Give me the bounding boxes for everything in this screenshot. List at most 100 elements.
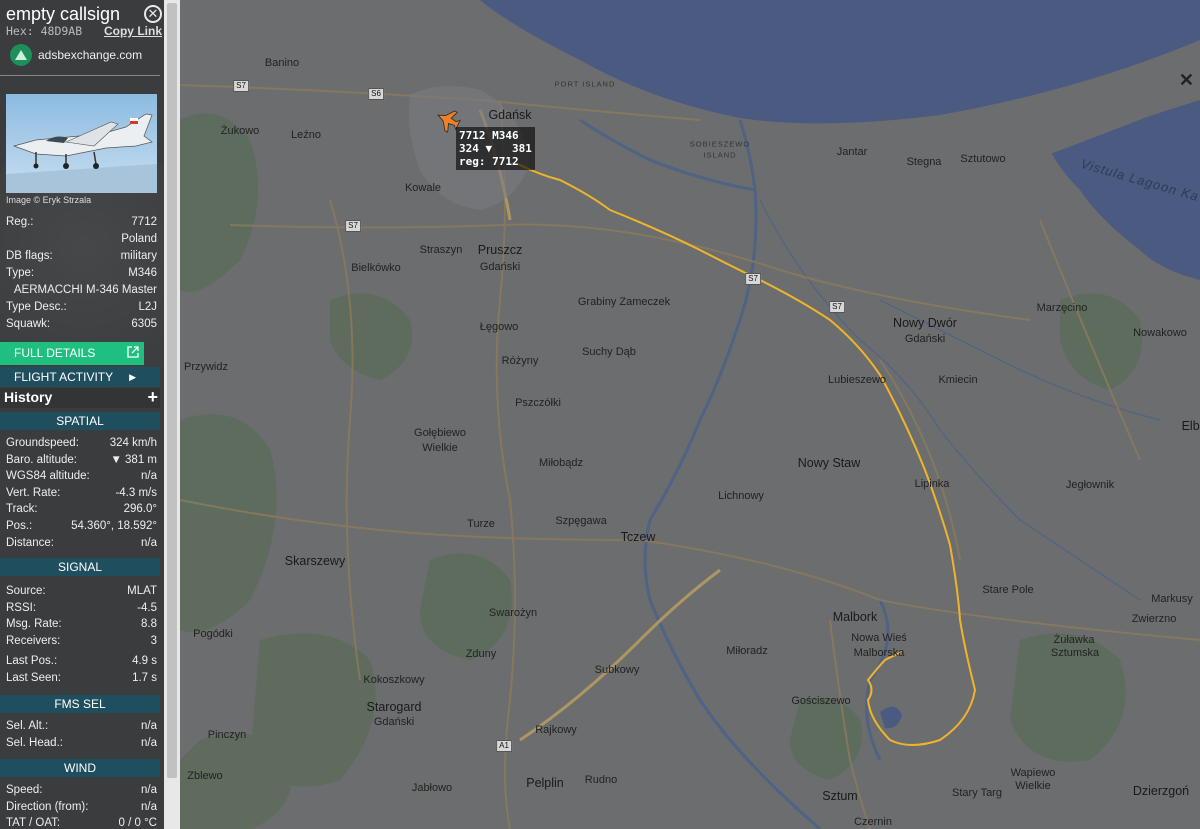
close-icon[interactable]: ✕ xyxy=(144,5,162,23)
place-label: Różyny xyxy=(501,355,539,367)
callsign-title: empty callsign xyxy=(6,4,121,24)
spatial-key: Vert. Rate: xyxy=(6,486,61,499)
place-label: Bielkówko xyxy=(351,262,401,274)
place-label: Przywidz xyxy=(183,361,229,373)
spatial-value: -4.3 m/s xyxy=(115,486,157,499)
map-view[interactable]: 7712 M346 324 ▼ 381 reg: 7712 Banino Żuko… xyxy=(180,0,1200,829)
spatial-row: Track: 296.0° xyxy=(6,503,157,519)
jet-image-icon xyxy=(6,113,157,193)
place-label: Markusy xyxy=(1151,593,1193,605)
place-label: Rudno xyxy=(584,774,618,786)
place-label: Pogódki xyxy=(193,628,233,640)
spatial-key: WGS84 altitude: xyxy=(6,470,90,483)
place-label: Gołębiewo xyxy=(414,427,466,439)
place-label: Gdański xyxy=(904,333,946,345)
history-toggle[interactable]: History + xyxy=(0,387,160,408)
details-value: military xyxy=(120,250,157,262)
place-label: Straszyn xyxy=(419,244,463,256)
wind-row: Speed: n/a xyxy=(6,784,157,800)
signal-row: Source: MLAT xyxy=(6,585,157,601)
chevron-right-icon: ▶ xyxy=(129,372,136,382)
place-label: Marzęcino xyxy=(1036,302,1088,314)
place-label: Elbl xyxy=(1181,419,1200,433)
road-shield: A1 xyxy=(496,740,512,752)
spatial-value: ▼ 381 m xyxy=(110,453,157,466)
place-label: Gdańsk xyxy=(488,108,532,122)
info-label-line-1: 7712 M346 xyxy=(459,129,519,142)
place-label: Sztutowo xyxy=(960,153,1006,165)
signal-section-header: SIGNAL xyxy=(0,558,160,576)
fms-row: Sel. Head.: n/a xyxy=(6,737,157,753)
place-label: Szpęgawa xyxy=(555,515,607,527)
details-key: Type Desc.: xyxy=(6,301,67,313)
place-label: Kmiecin xyxy=(938,374,978,386)
place-label: Nowy Dwór xyxy=(893,316,957,330)
aircraft-info-sidebar: empty callsign ✕ Hex: 48D9AB Copy Link a… xyxy=(0,0,164,829)
place-label: Żuławka xyxy=(1053,634,1095,646)
signal-key: Msg. Rate: xyxy=(6,618,62,630)
place-label: Gdański xyxy=(373,716,415,728)
signal-value: 1.7 s xyxy=(132,672,157,684)
site-link[interactable]: adsbexchange.com xyxy=(10,43,142,67)
spatial-value: 296.0° xyxy=(123,503,157,516)
place-label: Nowa Wieś xyxy=(851,632,907,644)
spatial-key: Track: xyxy=(6,503,38,516)
place-label: Czernin xyxy=(854,816,892,828)
spatial-row: WGS84 altitude: n/a xyxy=(6,470,157,486)
spatial-row: Vert. Rate: -4.3 m/s xyxy=(6,487,157,503)
place-label: Zduny xyxy=(465,648,497,660)
place-label: Banino xyxy=(264,57,300,69)
details-key: Type: xyxy=(6,267,35,279)
spatial-key: Distance: xyxy=(6,536,54,549)
place-label: Pszczółki xyxy=(515,397,561,409)
details-row: DB flags: military xyxy=(6,250,157,266)
copy-link[interactable]: Copy Link xyxy=(104,24,162,38)
flight-activity-button[interactable]: FLIGHT ACTIVITY ▶ xyxy=(0,367,160,387)
wind-key: Speed: xyxy=(6,784,43,796)
place-label: Pinczyn xyxy=(207,729,247,741)
spatial-row: Baro. altitude: ▼ 381 m xyxy=(6,454,157,470)
wind-value: 0 / 0 °C xyxy=(118,817,157,829)
aircraft-photo[interactable] xyxy=(6,94,157,193)
place-label: Grabiny Zameczek xyxy=(577,296,671,308)
details-value: M346 xyxy=(128,267,157,279)
fms-key: Sel. Alt.: xyxy=(6,720,49,732)
signal-value: -4.5 xyxy=(137,601,157,614)
details-row: AERMACCHI M-346 Master xyxy=(6,284,157,300)
details-value: Poland xyxy=(121,233,157,245)
signal-value: 4.9 s xyxy=(132,655,157,667)
app-root: empty callsign ✕ Hex: 48D9AB Copy Link a… xyxy=(0,0,1200,829)
signal-key: Source: xyxy=(6,585,46,597)
place-label: Pruszcz xyxy=(477,243,523,257)
place-label: Jantar xyxy=(836,146,868,158)
details-row: Type Desc.: L2J xyxy=(6,301,157,317)
place-label: Żukowo xyxy=(220,125,260,137)
place-label: Nowy Staw xyxy=(797,456,861,470)
wind-value: n/a xyxy=(141,800,157,813)
spatial-row: Distance: n/a xyxy=(6,537,157,553)
road-shield: S7 xyxy=(745,273,761,285)
wind-key: TAT / OAT: xyxy=(6,817,61,829)
details-row: Squawk: 6305 xyxy=(6,318,157,334)
signal-key: Last Pos.: xyxy=(6,655,58,667)
place-label: Gościszewo xyxy=(791,695,851,707)
map-canvas[interactable] xyxy=(180,0,1200,829)
place-label: Stary Targ xyxy=(952,787,1002,799)
place-label: Zblewo xyxy=(187,770,223,782)
island-label-sobieszewo: SOBIESZEWO xyxy=(689,139,751,149)
scrollbar-thumb[interactable] xyxy=(167,3,177,778)
full-details-label: FULL DETAILS xyxy=(14,346,96,360)
road-shield: S6 xyxy=(368,88,384,100)
road-shield: S7 xyxy=(829,301,845,313)
place-label: Wielkie xyxy=(422,442,458,454)
place-label: Jegłownik xyxy=(1065,479,1115,491)
full-details-button[interactable]: FULL DETAILS xyxy=(0,342,144,365)
map-close-icon[interactable]: ✕ xyxy=(1179,70,1194,91)
place-label: Kowale xyxy=(404,182,442,194)
info-label-line-2: 324 ▼ 381 xyxy=(459,142,532,155)
aircraft-info-label: 7712 M346 324 ▼ 381 reg: 7712 xyxy=(456,127,535,170)
spatial-value: 324 km/h xyxy=(109,437,157,449)
details-row: Poland xyxy=(6,233,157,249)
island-label-island: ISLAND xyxy=(703,150,737,160)
sidebar-scrollbar[interactable] xyxy=(164,0,180,829)
